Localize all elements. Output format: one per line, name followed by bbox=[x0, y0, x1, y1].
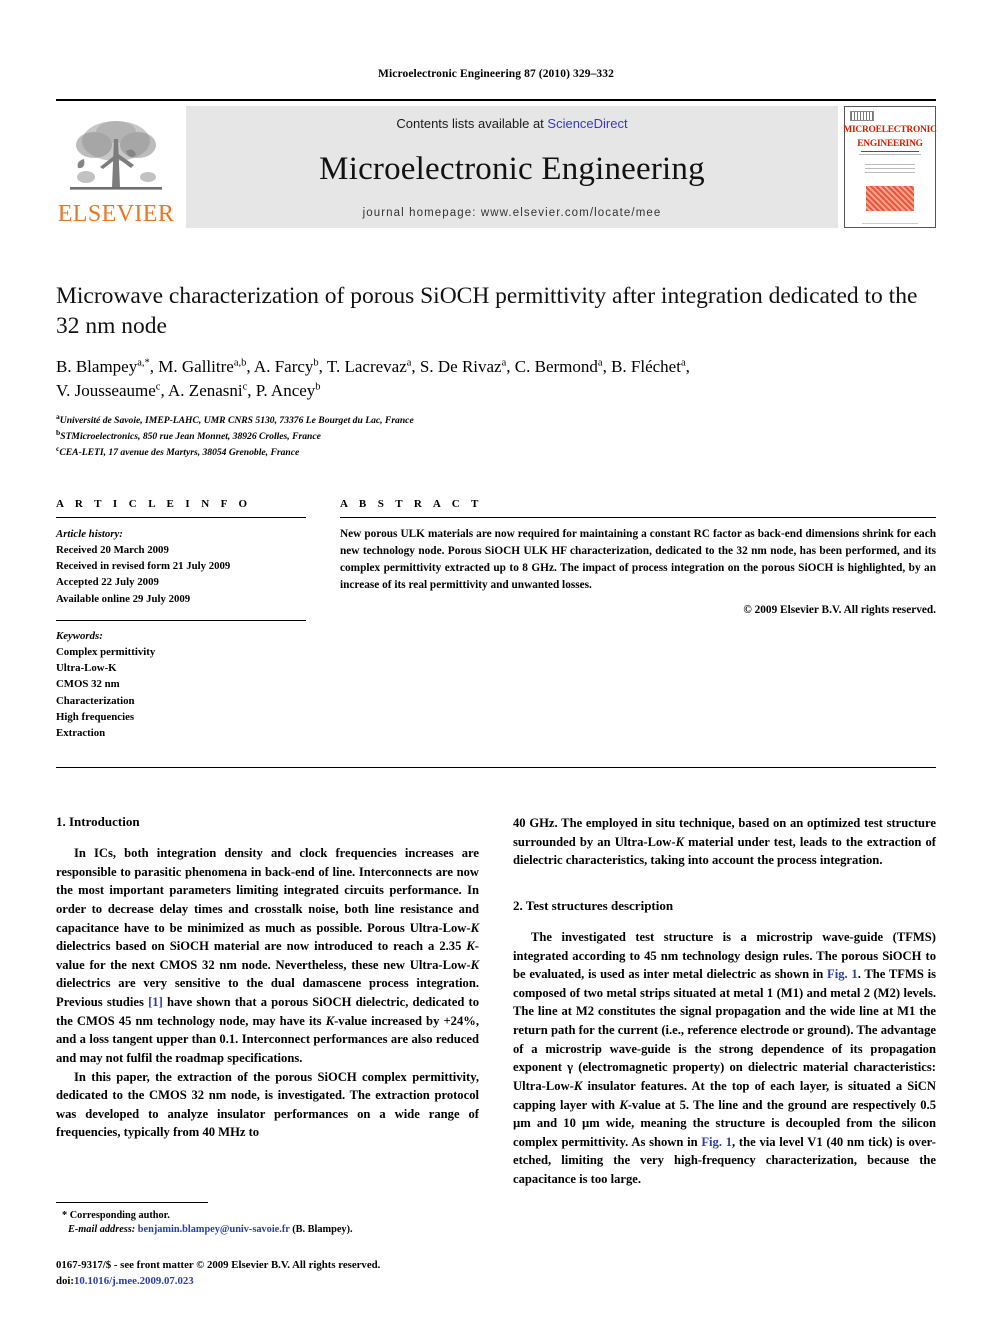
doi-line: doi:10.1016/j.mee.2009.07.023 bbox=[56, 1274, 486, 1289]
corresponding-author-note: * Corresponding author. bbox=[56, 1209, 486, 1224]
intro-p1-k2: K bbox=[466, 939, 475, 954]
figure-link-1[interactable]: Fig. 1 bbox=[827, 967, 858, 981]
affiliation-b: bSTMicroelectronics, 850 rue Jean Monnet… bbox=[56, 428, 936, 444]
cover-barcode-icon bbox=[850, 111, 874, 121]
section-heading-introduction: 1. Introduction bbox=[56, 814, 140, 830]
article-info-abstract: A R T I C L E I N F O Article history: R… bbox=[56, 498, 936, 741]
journal-title: Microelectronic Engineering bbox=[319, 150, 705, 187]
abstract-copyright: © 2009 Elsevier B.V. All rights reserved… bbox=[743, 604, 936, 617]
test-p1-k2: K bbox=[619, 1097, 628, 1112]
abstract-text: New porous ULK materials are now require… bbox=[340, 527, 936, 592]
masthead-banner: Contents lists available at ScienceDirec… bbox=[186, 106, 838, 228]
test-structures-paragraph-1: The investigated test structure is a mic… bbox=[513, 928, 936, 1189]
author-list: B. Blampeya,*, M. Gallitrea,b, A. Farcyb… bbox=[56, 355, 936, 403]
elsevier-logo: ELSEVIER bbox=[56, 106, 176, 228]
affiliation-c: cCEA-LETI, 17 avenue des Martyrs, 38054 … bbox=[56, 444, 936, 460]
doi-link[interactable]: 10.1016/j.mee.2009.07.023 bbox=[74, 1275, 194, 1287]
section-heading-test-structures: 2. Test structures description bbox=[513, 897, 674, 913]
email-owner: (B. Blampey). bbox=[292, 1224, 353, 1236]
affiliation-text-b: STMicroelectronics, 850 rue Jean Monnet,… bbox=[60, 431, 321, 443]
sciencedirect-link[interactable]: ScienceDirect bbox=[547, 116, 627, 131]
keywords-divider bbox=[56, 619, 306, 621]
page-footer: * Corresponding author. E-mail address: … bbox=[56, 1201, 486, 1290]
page-title: Microwave characterization of porous SiO… bbox=[56, 283, 918, 339]
abstract-divider bbox=[340, 516, 936, 518]
keyword-item: Characterization bbox=[56, 694, 135, 707]
intro-p1-k4: K bbox=[325, 1013, 335, 1028]
keyword-item: Complex permittivity bbox=[56, 645, 156, 658]
cover-title-line1: MICROELECTRONIC bbox=[843, 124, 937, 135]
contents-available-line: Contents lists available at ScienceDirec… bbox=[396, 116, 627, 131]
test-p1-k1: K bbox=[573, 1078, 583, 1093]
abstract-column: A B S T R A C T New porous ULK materials… bbox=[340, 498, 936, 741]
corresponding-label: Corresponding author. bbox=[69, 1209, 170, 1221]
cover-artwork bbox=[866, 186, 914, 211]
article-info-divider bbox=[56, 516, 306, 518]
cover-title-line2: ENGINEERING bbox=[857, 138, 923, 149]
figure-link-2[interactable]: Fig. 1 bbox=[701, 1135, 732, 1149]
email-label: E-mail address: bbox=[68, 1224, 136, 1236]
history-revised: Received in revised form 21 July 2009 bbox=[56, 560, 231, 573]
keyword-item: Ultra-Low-K bbox=[56, 662, 117, 675]
history-online: Available online 29 July 2009 bbox=[56, 592, 191, 605]
keywords-block: Keywords: Complex permittivity Ultra-Low… bbox=[56, 619, 306, 741]
keyword-item: CMOS 32 nm bbox=[56, 678, 120, 691]
intro-p1-part-a: In ICs, both integration density and clo… bbox=[56, 846, 479, 935]
section-divider bbox=[56, 767, 936, 769]
cover-text-placeholder bbox=[865, 164, 915, 176]
intro-p1-k3: K bbox=[470, 957, 479, 972]
journal-homepage-link[interactable]: journal homepage: www.elsevier.com/locat… bbox=[363, 207, 662, 219]
paper-page: Microelectronic Engineering 87 (2010) 32… bbox=[0, 0, 992, 1323]
intro-p1-k1: K bbox=[470, 920, 479, 935]
affiliation-list: aUniversité de Savoie, IMEP-LAHC, UMR CN… bbox=[56, 412, 936, 459]
email-link[interactable]: benjamin.blampey@univ-savoie.fr bbox=[138, 1224, 290, 1235]
intro-paragraph-1: In ICs, both integration density and clo… bbox=[56, 844, 479, 1068]
intro-p1-part-b: dielectrics based on SiOCH material are … bbox=[56, 939, 467, 954]
intro-continuation-paragraph: 40 GHz. The employed in situ technique, … bbox=[513, 814, 936, 870]
email-note: E-mail address: benjamin.blampey@univ-sa… bbox=[56, 1223, 486, 1238]
title-block: Microwave characterization of porous SiO… bbox=[56, 282, 936, 460]
issn-line: 0167-9317/$ - see front matter © 2009 El… bbox=[56, 1259, 381, 1272]
intro-paragraph-2: In this paper, the extraction of the por… bbox=[56, 1069, 479, 1140]
reference-link-1[interactable]: [1] bbox=[148, 995, 163, 1009]
history-received: Received 20 March 2009 bbox=[56, 544, 169, 557]
keyword-item: Extraction bbox=[56, 726, 106, 739]
author-line-2: V. Jousseaumec, A. Zenasnic, P. Anceyb bbox=[56, 381, 321, 401]
affiliation-text-a: Université de Savoie, IMEP-LAHC, UMR CNR… bbox=[59, 415, 414, 427]
keywords-label: Keywords: bbox=[56, 629, 103, 642]
history-accepted: Accepted 22 July 2009 bbox=[56, 576, 159, 589]
affiliation-a: aUniversité de Savoie, IMEP-LAHC, UMR CN… bbox=[56, 412, 936, 428]
article-history-label: Article history: bbox=[56, 527, 123, 540]
doi-prefix: doi: bbox=[56, 1274, 74, 1287]
journal-cover-thumbnail: MICROELECTRONIC ENGINEERING bbox=[843, 106, 937, 228]
right-p1-k: K bbox=[675, 834, 684, 849]
body-columns: 1. Introduction In ICs, both integration… bbox=[56, 814, 936, 1189]
issn-block: 0167-9317/$ - see front matter © 2009 El… bbox=[56, 1258, 486, 1289]
contents-prefix: Contents lists available at bbox=[396, 116, 548, 131]
corresponding-marker: * bbox=[62, 1209, 68, 1221]
running-head: Microelectronic Engineering 87 (2010) 32… bbox=[378, 68, 614, 80]
body-column-left: 1. Introduction In ICs, both integration… bbox=[56, 814, 479, 1189]
elsevier-wordmark: ELSEVIER bbox=[57, 201, 175, 227]
article-info-column: A R T I C L E I N F O Article history: R… bbox=[56, 498, 306, 741]
affiliation-text-c: CEA-LETI, 17 avenue des Martyrs, 38054 G… bbox=[59, 447, 300, 459]
test-p1-part-b: . The TFMS is composed of two metal stri… bbox=[513, 967, 936, 1093]
keyword-item: High frequencies bbox=[56, 710, 135, 723]
footnote-rule bbox=[56, 1201, 208, 1203]
abstract-heading: A B S T R A C T bbox=[340, 497, 483, 510]
body-column-right: 40 GHz. The employed in situ technique, … bbox=[513, 814, 936, 1189]
journal-masthead: ELSEVIER Contents lists available at Sci… bbox=[56, 99, 937, 228]
author-line-1: B. Blampeya,*, M. Gallitrea,b, A. Farcyb… bbox=[56, 357, 690, 377]
article-info-heading: A R T I C L E I N F O bbox=[56, 497, 252, 510]
elsevier-tree-icon bbox=[70, 121, 162, 190]
